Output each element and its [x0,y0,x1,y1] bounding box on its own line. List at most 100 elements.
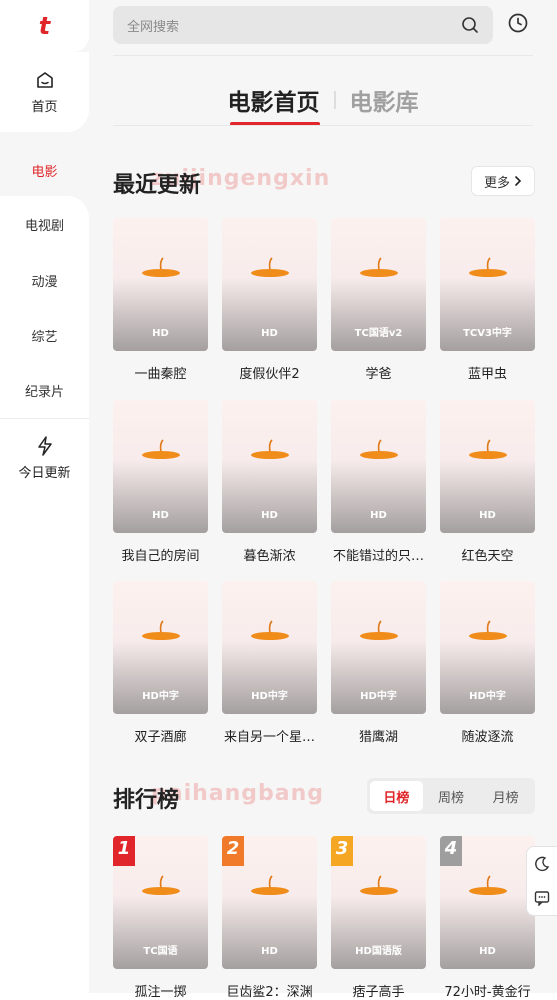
movie-card[interactable]: HD 一曲秦腔 [113,218,208,382]
movie-title[interactable]: 度假伙伴2 [222,363,317,382]
sidebar-item-label: 电视剧 [24,218,64,234]
movie-title[interactable]: 双子酒廊 [113,726,208,745]
movie-card[interactable]: HD 我自己的房间 [113,400,208,564]
movie-poster[interactable]: HD中字 [113,581,208,714]
movie-title[interactable]: 不能错过的只… [331,545,426,564]
search-icon[interactable] [461,16,479,34]
sidebar-item-label: 电影 [31,164,58,180]
tab-movie-library[interactable]: 电影库 [350,83,419,117]
poster-placeholder-icon [360,439,398,459]
movie-card[interactable]: HD中字随波逐流 [440,581,535,745]
lightning-icon [37,436,52,456]
rank-number-badge: 3 [331,836,353,866]
movie-title[interactable]: 来自另一个星… [222,726,317,745]
movie-poster[interactable]: TC国语 1 [113,836,208,969]
search-bar[interactable]: 全网搜索 [113,6,493,44]
quality-badge: HD [261,946,278,957]
feedback-icon[interactable] [534,890,550,906]
movie-title[interactable]: 痞子高手 [331,981,426,1000]
search-input[interactable]: 全网搜索 [127,16,461,35]
movie-poster[interactable]: HD 2 [222,836,317,969]
movie-card[interactable]: HD 4 72小时-黄金行 [440,836,535,1000]
tab-movie-home[interactable]: 电影首页 [228,83,320,117]
movie-card[interactable]: HD中字双子酒廊 [113,581,208,745]
ranking-tabs: 日榜 周榜 月榜 [367,778,535,814]
quality-badge: HD [261,328,278,339]
section-title-ranking: 排行榜 [113,788,180,813]
quality-badge: HD [370,510,387,521]
movie-title[interactable]: 一曲秦腔 [113,363,208,382]
poster-placeholder-icon [251,439,289,459]
sidebar-item-movie[interactable]: 电影 [0,142,89,198]
section-title-recent: 最近更新 [113,173,202,198]
movie-card[interactable]: TCV3中字蓝甲虫 [440,218,535,382]
moon-icon[interactable] [534,856,550,872]
poster-placeholder-icon [142,257,180,277]
sidebar: t 首页 电影 电视剧 动漫 综艺 纪录片 今日更新 [0,0,89,993]
sidebar-item-variety[interactable]: 综艺 [0,307,89,363]
poster-placeholder-icon [251,257,289,277]
movie-poster[interactable]: HD 4 [440,836,535,969]
poster-placeholder-icon [142,620,180,640]
divider [113,125,533,126]
app-logo[interactable]: t [0,0,89,52]
movie-card[interactable]: TC国语v2 学爸 [331,218,426,382]
movie-title[interactable]: 72小时-黄金行 [440,981,535,1000]
quality-badge: TC国语v2 [354,328,403,339]
poster-placeholder-icon [142,439,180,459]
movie-title[interactable]: 学爸 [331,363,426,382]
movie-title[interactable]: 孤注一掷 [113,981,208,1000]
movie-poster[interactable]: HD [222,400,317,533]
poster-placeholder-icon [142,875,180,895]
movie-poster[interactable]: HD中字 [331,581,426,714]
movie-poster[interactable]: TC国语v2 [331,218,426,351]
movie-poster[interactable]: HD [113,400,208,533]
quality-badge: HD中字 [360,691,397,702]
movie-card[interactable]: HD 度假伙伴2 [222,218,317,382]
poster-placeholder-icon [360,257,398,277]
quality-badge: HD中字 [142,691,179,702]
movie-title[interactable]: 蓝甲虫 [440,363,535,382]
movie-poster[interactable]: HD中字 [440,581,535,714]
tab-weekly[interactable]: 周榜 [425,781,478,811]
movie-poster[interactable]: HD国语版 3 [331,836,426,969]
movie-card[interactable]: HD 红色天空 [440,400,535,564]
movie-card[interactable]: HD 不能错过的只… [331,400,426,564]
poster-placeholder-icon [251,875,289,895]
quality-badge: HD中字 [251,691,288,702]
movie-card[interactable]: HD中字来自另一个星… [222,581,317,745]
sidebar-item-tv[interactable]: 电视剧 [0,196,89,252]
movie-title[interactable]: 巨齿鲨2：深渊 [222,981,317,1000]
movie-title[interactable]: 暮色渐浓 [222,545,317,564]
more-button[interactable]: 更多 [471,166,535,196]
divider [113,55,533,56]
movie-title[interactable]: 猎鹰湖 [331,726,426,745]
movie-card[interactable]: TC国语 1 孤注一掷 [113,836,208,1000]
movie-poster[interactable]: HD [331,400,426,533]
sidebar-item-anime[interactable]: 动漫 [0,252,89,308]
nav-home[interactable]: 首页 [0,52,89,132]
tab-daily[interactable]: 日榜 [370,781,423,811]
movie-card[interactable]: HD中字猎鹰湖 [331,581,426,745]
movie-title[interactable]: 随波逐流 [440,726,535,745]
movie-card[interactable]: HD 暮色渐浓 [222,400,317,564]
movie-card[interactable]: HD 2 巨齿鲨2：深渊 [222,836,317,1000]
movie-title[interactable]: 红色天空 [440,545,535,564]
quality-badge: HD [261,510,278,521]
movie-poster[interactable]: HD中字 [222,581,317,714]
sidebar-item-label: 动漫 [31,274,58,290]
nav-today-update[interactable]: 今日更新 [0,418,89,498]
home-icon [36,71,53,88]
movie-card[interactable]: HD国语版 3 痞子高手 [331,836,426,1000]
sidebar-item-documentary[interactable]: 纪录片 [0,362,89,418]
movie-poster[interactable]: HD [222,218,317,351]
nav-home-label: 首页 [31,99,58,115]
movie-title[interactable]: 我自己的房间 [113,545,208,564]
movie-poster[interactable]: HD [113,218,208,351]
history-icon[interactable] [507,12,529,34]
quality-badge: HD [479,510,496,521]
poster-placeholder-icon [360,875,398,895]
movie-poster[interactable]: HD [440,400,535,533]
tab-monthly[interactable]: 月榜 [479,781,532,811]
movie-poster[interactable]: TCV3中字 [440,218,535,351]
